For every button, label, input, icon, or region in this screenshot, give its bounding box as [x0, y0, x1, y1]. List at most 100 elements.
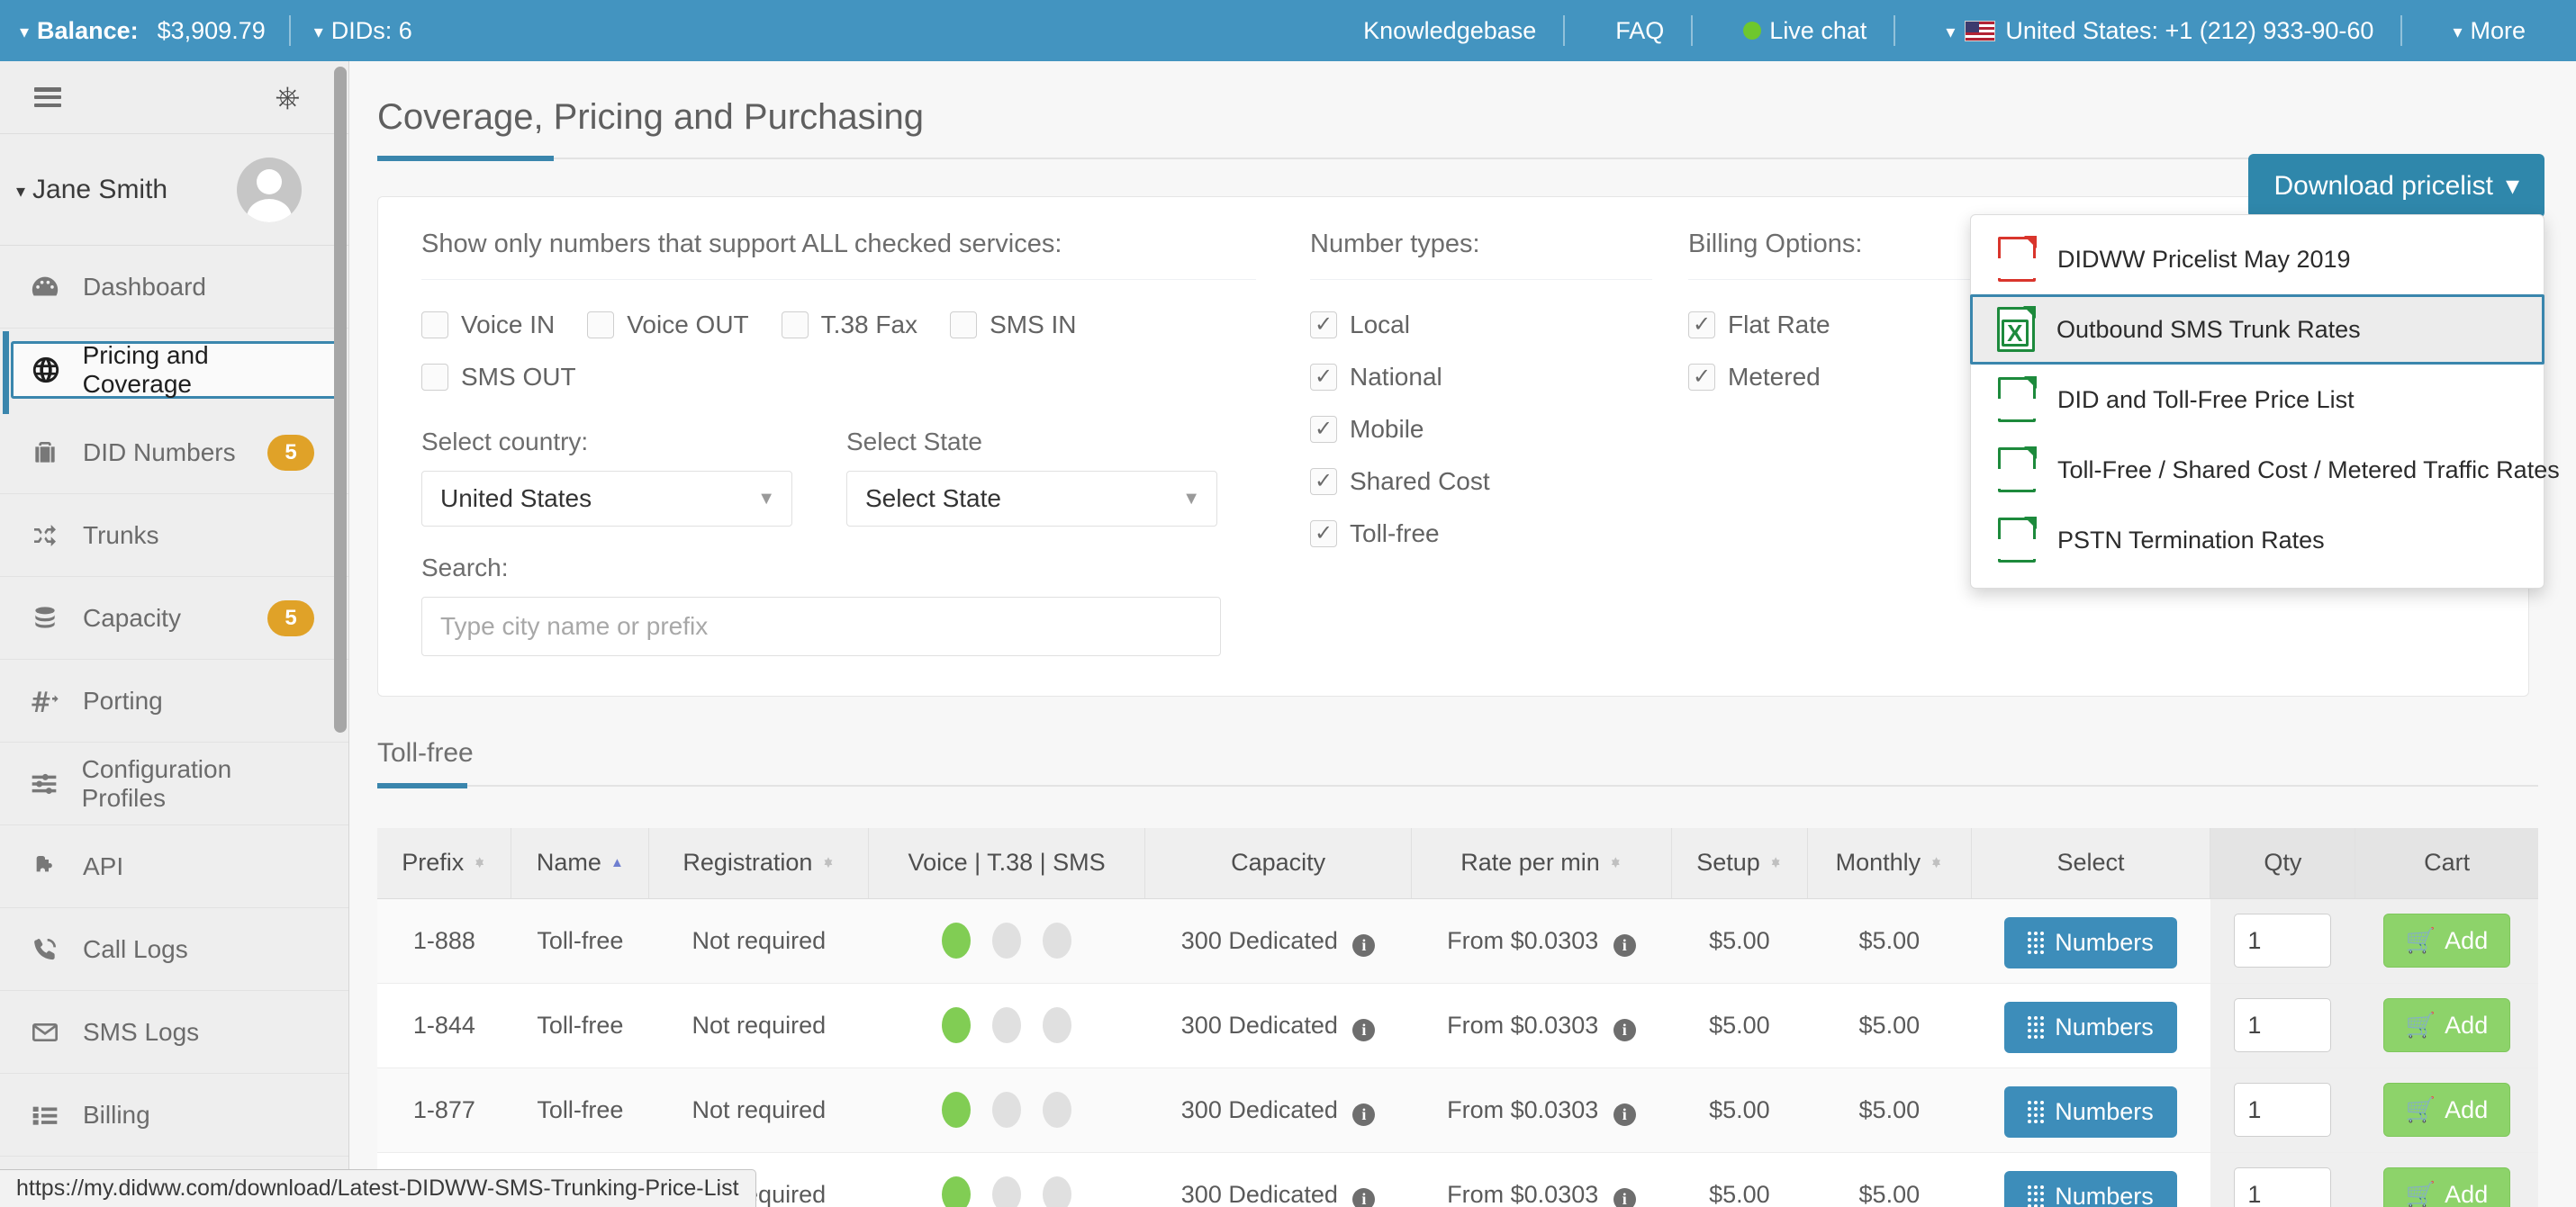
power-logout-icon[interactable]: ⎈: [276, 82, 300, 113]
hamburger-menu-icon[interactable]: [34, 87, 61, 107]
dids-menu[interactable]: ▾ DIDs: 6: [314, 17, 436, 45]
checkbox-box: ✓: [1310, 311, 1337, 338]
sidebar-item-pricing-and-coverage[interactable]: Pricing and Coverage: [3, 331, 341, 414]
chevron-down-icon: ▼: [1182, 488, 1200, 509]
cell-setup: $5.00: [1671, 898, 1808, 984]
column-registration[interactable]: Registration ▲ ▼: [648, 828, 869, 899]
column-prefix[interactable]: Prefix ▲ ▼: [377, 828, 511, 899]
menu-item-didww-pricelist[interactable]: PDF DIDWW Pricelist May 2019: [1971, 224, 2544, 294]
numbers-button[interactable]: Numbers: [2004, 1001, 2177, 1053]
menu-item-toll-free-shared-cost-metered-traffic-rates[interactable]: CSV Toll-Free / Shared Cost / Metered Tr…: [1971, 435, 2560, 505]
info-icon[interactable]: i: [1613, 1103, 1636, 1126]
checkbox-box: ✓: [1688, 364, 1715, 391]
sidebar-item-call-logs[interactable]: Call Logs: [0, 908, 348, 991]
chevron-down-icon: ▼: [757, 488, 775, 509]
sidebar-item-trunks[interactable]: Trunks: [0, 494, 348, 577]
checkbox-box: ✓: [1310, 416, 1337, 443]
cart-icon: 🛒: [2405, 927, 2436, 954]
menu-item-outbound-sms-trunk-rates[interactable]: X Outbound SMS Trunk Rates: [1970, 294, 2544, 365]
add-to-cart-button[interactable]: 🛒 Add: [2382, 1083, 2511, 1137]
country-select[interactable]: United States ▼: [421, 471, 792, 527]
qty-input[interactable]: [2234, 1167, 2332, 1207]
faq-link[interactable]: FAQ: [1588, 17, 1691, 45]
cell-monthly: $5.00: [1807, 1067, 1972, 1153]
menu-item-pstn-termination-rates[interactable]: CSV PSTN Termination Rates: [1971, 505, 2544, 575]
sidebar-scrollbar[interactable]: [334, 67, 347, 733]
cell-capacity: 300 Dedicated i: [1144, 1067, 1412, 1153]
envelope-icon: [27, 1018, 63, 1047]
live-chat-link[interactable]: Live chat: [1716, 17, 1894, 45]
qty-input[interactable]: [2234, 998, 2332, 1052]
state-select[interactable]: Select State ▼: [846, 471, 1217, 527]
divider: [288, 15, 291, 46]
checkbox-national[interactable]: ✓ National: [1310, 363, 1640, 392]
tab-underline: [377, 783, 2538, 788]
info-icon[interactable]: i: [1613, 1018, 1636, 1041]
qty-input[interactable]: [2234, 914, 2332, 968]
column-name[interactable]: Name ▲: [511, 828, 649, 899]
column-select: Select: [1970, 828, 2210, 899]
sidebar-item-api[interactable]: API: [0, 825, 348, 908]
checkbox-shared-cost[interactable]: ✓ Shared Cost: [1310, 467, 1640, 496]
checkbox-label: Voice IN: [461, 311, 556, 338]
info-icon[interactable]: i: [1352, 1187, 1376, 1207]
info-icon[interactable]: i: [1352, 1018, 1376, 1041]
cell-prefix: 1-877: [377, 1067, 511, 1153]
balance-menu[interactable]: ▾ Balance: $3,909.79: [20, 17, 289, 45]
divider: [1691, 15, 1694, 46]
more-menu[interactable]: ▾ More: [2426, 17, 2553, 45]
checkbox-label: Metered: [1728, 363, 1821, 391]
menu-item-did-and-toll-free-price-list[interactable]: CSV DID and Toll-Free Price List: [1971, 365, 2544, 435]
info-icon[interactable]: i: [1352, 933, 1376, 957]
chevron-down-icon: ▾: [2453, 23, 2463, 42]
info-icon[interactable]: i: [1613, 933, 1636, 957]
numbers-button[interactable]: Numbers: [2004, 1170, 2177, 1207]
add-to-cart-button[interactable]: 🛒 Add: [2382, 914, 2511, 968]
checkbox-mobile[interactable]: ✓ Mobile: [1310, 415, 1640, 444]
sidebar-item-dashboard[interactable]: Dashboard: [0, 246, 348, 329]
cell-capacity: 300 Dedicated i: [1144, 898, 1412, 984]
numbers-button[interactable]: Numbers: [2004, 916, 2177, 968]
checkbox-voice-in[interactable]: ✓ Voice IN: [421, 311, 555, 339]
top-bar-right: Knowledgebase FAQ Live chat ▾ United Sta…: [1336, 15, 2576, 46]
numbers-button[interactable]: Numbers: [2004, 1085, 2177, 1138]
qty-input[interactable]: [2234, 1083, 2332, 1137]
cell-qty: [2210, 1067, 2355, 1153]
tab-toll-free[interactable]: Toll-free: [377, 738, 2576, 769]
cell-setup: $5.00: [1671, 1152, 1808, 1207]
sidebar-item-porting[interactable]: Porting: [0, 660, 348, 743]
search-label: Search:: [421, 554, 509, 581]
checkbox-voice-out[interactable]: ✓ Voice OUT: [587, 311, 749, 339]
search-input[interactable]: [421, 597, 1221, 656]
sidebar-item-label: Trunks: [83, 520, 159, 549]
checkbox-sms-out[interactable]: ✓ SMS OUT: [421, 363, 576, 392]
add-to-cart-button[interactable]: 🛒 Add: [2382, 1167, 2511, 1207]
sidebar-item-capacity[interactable]: Capacity 5: [0, 577, 348, 660]
grid-dots-icon: [2028, 931, 2045, 954]
sidebar-item-billing[interactable]: Billing: [0, 1074, 348, 1157]
csv-file-icon: CSV: [1996, 517, 2038, 563]
sidebar-item-label: API: [83, 851, 124, 880]
download-pricelist-button[interactable]: Download pricelist ▾: [2248, 154, 2544, 218]
column-rate-per-min[interactable]: Rate per min ▲ ▼: [1411, 828, 1672, 899]
checkbox-t38-fax[interactable]: ✓ T.38 Fax: [781, 311, 917, 339]
sidebar-item-configuration-profiles[interactable]: Configuration Profiles: [0, 743, 348, 825]
sidebar-user[interactable]: ▾ Jane Smith: [0, 134, 348, 246]
phone-country-menu[interactable]: ▾ United States: +1 (212) 933-90-60: [1919, 17, 2400, 45]
column-monthly[interactable]: Monthly ▲ ▼: [1807, 828, 1972, 899]
add-button-label: Add: [2445, 1180, 2489, 1207]
add-button-label: Add: [2445, 926, 2489, 954]
puzzle-icon: [27, 852, 63, 881]
sidebar-item-sms-logs[interactable]: SMS Logs: [0, 991, 348, 1074]
column-setup[interactable]: Setup ▲ ▼: [1670, 828, 1808, 899]
cell-qty: [2210, 1152, 2355, 1207]
knowledgebase-link[interactable]: Knowledgebase: [1336, 17, 1563, 45]
checkbox-sms-in[interactable]: ✓ SMS IN: [950, 311, 1077, 339]
info-icon[interactable]: i: [1352, 1103, 1376, 1126]
checkbox-toll-free[interactable]: ✓ Toll-free: [1310, 519, 1640, 548]
info-icon[interactable]: i: [1613, 1187, 1636, 1207]
add-to-cart-button[interactable]: 🛒 Add: [2382, 998, 2511, 1052]
checkbox-label: Flat Rate: [1728, 311, 1830, 338]
sidebar-item-did-numbers[interactable]: DID Numbers 5: [0, 411, 348, 494]
checkbox-local[interactable]: ✓ Local: [1310, 311, 1640, 339]
